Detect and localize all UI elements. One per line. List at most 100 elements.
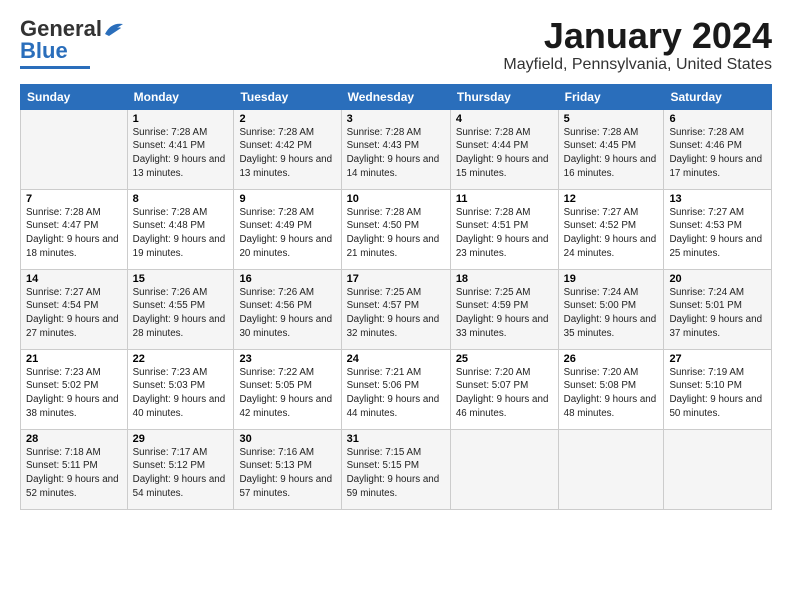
table-row: 27 Sunrise: 7:19 AMSunset: 5:10 PMDaylig… (664, 349, 772, 429)
day-number: 17 (347, 273, 445, 285)
header: General Blue January 2024 Mayfield, Penn… (20, 16, 772, 74)
table-row: 19 Sunrise: 7:24 AMSunset: 5:00 PMDaylig… (558, 269, 664, 349)
day-info: Sunrise: 7:25 AMSunset: 4:59 PMDaylight:… (456, 287, 549, 339)
table-row: 21 Sunrise: 7:23 AMSunset: 5:02 PMDaylig… (21, 349, 128, 429)
table-row: 17 Sunrise: 7:25 AMSunset: 4:57 PMDaylig… (341, 269, 450, 349)
day-number: 9 (239, 193, 335, 205)
col-thursday: Thursday (450, 84, 558, 109)
day-number: 23 (239, 353, 335, 365)
table-row: 9 Sunrise: 7:28 AMSunset: 4:49 PMDayligh… (234, 189, 341, 269)
calendar-week-row: 21 Sunrise: 7:23 AMSunset: 5:02 PMDaylig… (21, 349, 772, 429)
table-row (21, 109, 128, 189)
day-info: Sunrise: 7:20 AMSunset: 5:08 PMDaylight:… (564, 367, 657, 419)
day-number: 10 (347, 193, 445, 205)
day-info: Sunrise: 7:25 AMSunset: 4:57 PMDaylight:… (347, 287, 440, 339)
day-number: 4 (456, 113, 553, 125)
table-row: 6 Sunrise: 7:28 AMSunset: 4:46 PMDayligh… (664, 109, 772, 189)
day-info: Sunrise: 7:28 AMSunset: 4:44 PMDaylight:… (456, 127, 549, 179)
day-number: 22 (133, 353, 229, 365)
calendar-subtitle: Mayfield, Pennsylvania, United States (503, 56, 772, 74)
col-sunday: Sunday (21, 84, 128, 109)
calendar-page: General Blue January 2024 Mayfield, Penn… (0, 0, 792, 612)
logo-underline (20, 66, 90, 69)
day-info: Sunrise: 7:28 AMSunset: 4:51 PMDaylight:… (456, 207, 549, 259)
day-number: 3 (347, 113, 445, 125)
table-row: 24 Sunrise: 7:21 AMSunset: 5:06 PMDaylig… (341, 349, 450, 429)
day-number: 19 (564, 273, 659, 285)
table-row: 8 Sunrise: 7:28 AMSunset: 4:48 PMDayligh… (127, 189, 234, 269)
table-row: 11 Sunrise: 7:28 AMSunset: 4:51 PMDaylig… (450, 189, 558, 269)
day-number: 5 (564, 113, 659, 125)
day-info: Sunrise: 7:20 AMSunset: 5:07 PMDaylight:… (456, 367, 549, 419)
table-row: 28 Sunrise: 7:18 AMSunset: 5:11 PMDaylig… (21, 429, 128, 509)
day-info: Sunrise: 7:18 AMSunset: 5:11 PMDaylight:… (26, 447, 119, 499)
day-info: Sunrise: 7:21 AMSunset: 5:06 PMDaylight:… (347, 367, 440, 419)
table-row: 22 Sunrise: 7:23 AMSunset: 5:03 PMDaylig… (127, 349, 234, 429)
table-row: 13 Sunrise: 7:27 AMSunset: 4:53 PMDaylig… (664, 189, 772, 269)
table-row: 7 Sunrise: 7:28 AMSunset: 4:47 PMDayligh… (21, 189, 128, 269)
day-info: Sunrise: 7:28 AMSunset: 4:46 PMDaylight:… (669, 127, 762, 179)
table-row: 14 Sunrise: 7:27 AMSunset: 4:54 PMDaylig… (21, 269, 128, 349)
day-info: Sunrise: 7:28 AMSunset: 4:45 PMDaylight:… (564, 127, 657, 179)
day-number: 15 (133, 273, 229, 285)
calendar-week-row: 14 Sunrise: 7:27 AMSunset: 4:54 PMDaylig… (21, 269, 772, 349)
col-wednesday: Wednesday (341, 84, 450, 109)
day-info: Sunrise: 7:27 AMSunset: 4:52 PMDaylight:… (564, 207, 657, 259)
day-info: Sunrise: 7:23 AMSunset: 5:02 PMDaylight:… (26, 367, 119, 419)
day-number: 20 (669, 273, 766, 285)
day-info: Sunrise: 7:26 AMSunset: 4:56 PMDaylight:… (239, 287, 332, 339)
day-info: Sunrise: 7:27 AMSunset: 4:53 PMDaylight:… (669, 207, 762, 259)
table-row (558, 429, 664, 509)
logo: General Blue (20, 16, 126, 69)
day-info: Sunrise: 7:28 AMSunset: 4:41 PMDaylight:… (133, 127, 226, 179)
logo-blue: Blue (20, 38, 68, 64)
day-number: 14 (26, 273, 122, 285)
day-number: 6 (669, 113, 766, 125)
table-row (450, 429, 558, 509)
col-tuesday: Tuesday (234, 84, 341, 109)
table-row: 1 Sunrise: 7:28 AMSunset: 4:41 PMDayligh… (127, 109, 234, 189)
col-saturday: Saturday (664, 84, 772, 109)
day-number: 1 (133, 113, 229, 125)
table-row: 29 Sunrise: 7:17 AMSunset: 5:12 PMDaylig… (127, 429, 234, 509)
table-row: 25 Sunrise: 7:20 AMSunset: 5:07 PMDaylig… (450, 349, 558, 429)
day-info: Sunrise: 7:28 AMSunset: 4:48 PMDaylight:… (133, 207, 226, 259)
day-info: Sunrise: 7:26 AMSunset: 4:55 PMDaylight:… (133, 287, 226, 339)
day-info: Sunrise: 7:28 AMSunset: 4:42 PMDaylight:… (239, 127, 332, 179)
table-row: 26 Sunrise: 7:20 AMSunset: 5:08 PMDaylig… (558, 349, 664, 429)
table-row: 10 Sunrise: 7:28 AMSunset: 4:50 PMDaylig… (341, 189, 450, 269)
day-info: Sunrise: 7:28 AMSunset: 4:47 PMDaylight:… (26, 207, 119, 259)
day-info: Sunrise: 7:17 AMSunset: 5:12 PMDaylight:… (133, 447, 226, 499)
day-info: Sunrise: 7:19 AMSunset: 5:10 PMDaylight:… (669, 367, 762, 419)
day-number: 2 (239, 113, 335, 125)
day-number: 13 (669, 193, 766, 205)
day-info: Sunrise: 7:27 AMSunset: 4:54 PMDaylight:… (26, 287, 119, 339)
day-number: 29 (133, 433, 229, 445)
day-number: 25 (456, 353, 553, 365)
table-row: 31 Sunrise: 7:15 AMSunset: 5:15 PMDaylig… (341, 429, 450, 509)
day-number: 31 (347, 433, 445, 445)
table-row: 4 Sunrise: 7:28 AMSunset: 4:44 PMDayligh… (450, 109, 558, 189)
table-row: 15 Sunrise: 7:26 AMSunset: 4:55 PMDaylig… (127, 269, 234, 349)
day-number: 8 (133, 193, 229, 205)
day-number: 11 (456, 193, 553, 205)
table-row: 20 Sunrise: 7:24 AMSunset: 5:01 PMDaylig… (664, 269, 772, 349)
day-info: Sunrise: 7:28 AMSunset: 4:50 PMDaylight:… (347, 207, 440, 259)
table-row: 3 Sunrise: 7:28 AMSunset: 4:43 PMDayligh… (341, 109, 450, 189)
day-number: 26 (564, 353, 659, 365)
day-number: 27 (669, 353, 766, 365)
day-info: Sunrise: 7:28 AMSunset: 4:43 PMDaylight:… (347, 127, 440, 179)
day-number: 24 (347, 353, 445, 365)
day-number: 28 (26, 433, 122, 445)
calendar-title: January 2024 (503, 16, 772, 56)
day-info: Sunrise: 7:24 AMSunset: 5:00 PMDaylight:… (564, 287, 657, 339)
day-info: Sunrise: 7:24 AMSunset: 5:01 PMDaylight:… (669, 287, 762, 339)
day-number: 18 (456, 273, 553, 285)
day-number: 16 (239, 273, 335, 285)
day-info: Sunrise: 7:28 AMSunset: 4:49 PMDaylight:… (239, 207, 332, 259)
logo-bird-icon (103, 20, 125, 38)
title-block: January 2024 Mayfield, Pennsylvania, Uni… (503, 16, 772, 74)
table-row: 12 Sunrise: 7:27 AMSunset: 4:52 PMDaylig… (558, 189, 664, 269)
day-number: 12 (564, 193, 659, 205)
col-friday: Friday (558, 84, 664, 109)
